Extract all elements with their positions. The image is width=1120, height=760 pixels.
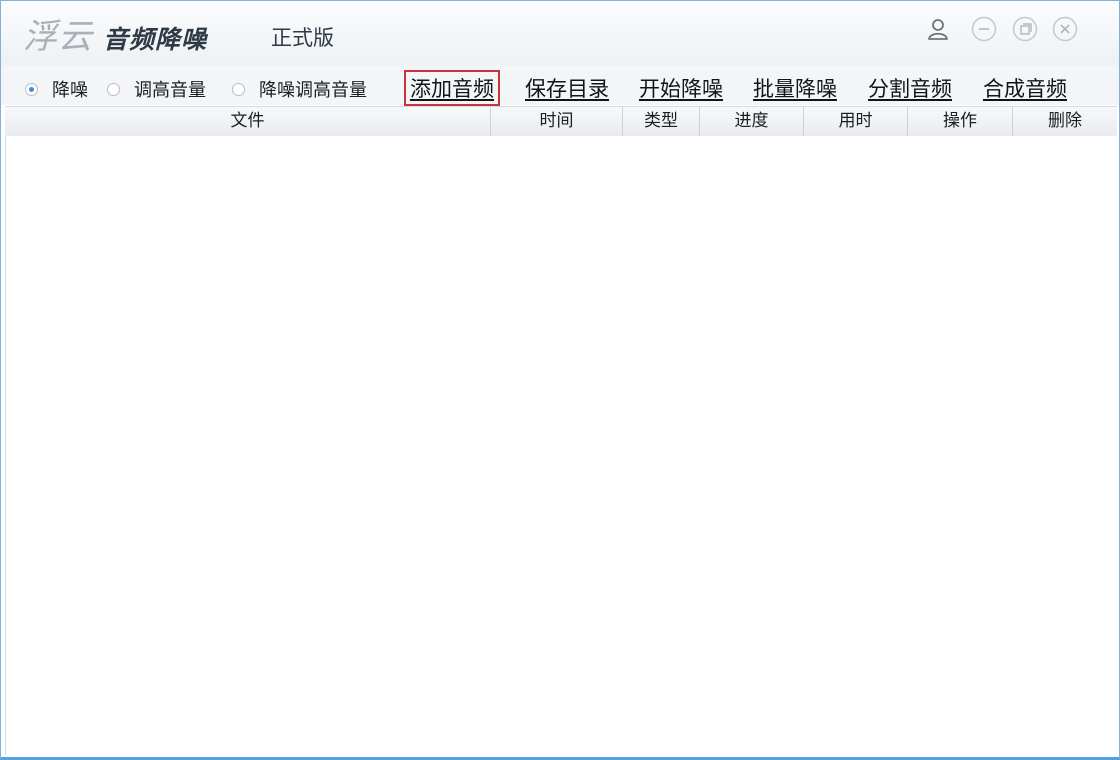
radio-button-icon[interactable] <box>232 82 245 96</box>
edition-label: 正式版 <box>271 26 334 50</box>
close-icon[interactable] <box>1052 16 1078 42</box>
merge-audio-button[interactable]: 合成音频 <box>983 73 1067 103</box>
app-window: 浮云 音频降噪 正式版 降噪 调高音量 降噪调高音量 添加音频 保存目录 开始降… <box>0 0 1120 760</box>
mode-label: 降噪调高音量 <box>259 80 367 101</box>
file-table-header: 文件 时间 类型 进度 用时 操作 删除 <box>5 106 1117 137</box>
radio-button-icon[interactable] <box>25 82 38 96</box>
radio-button-icon[interactable] <box>107 82 120 96</box>
column-header-time[interactable]: 时间 <box>491 107 623 136</box>
start-denoise-button[interactable]: 开始降噪 <box>639 73 723 103</box>
title-bar[interactable]: 浮云 音频降噪 正式版 <box>1 1 1119 65</box>
column-header-type[interactable]: 类型 <box>623 107 700 136</box>
split-audio-button[interactable]: 分割音频 <box>868 73 952 103</box>
toolbar: 降噪 调高音量 降噪调高音量 添加音频 保存目录 开始降噪 批量降噪 分割音频 … <box>1 65 1119 106</box>
user-icon[interactable] <box>925 16 951 42</box>
mode-label: 降噪 <box>52 80 88 101</box>
batch-denoise-button[interactable]: 批量降噪 <box>753 73 837 103</box>
add-audio-button[interactable]: 添加音频 <box>404 70 500 106</box>
column-header-delete[interactable]: 删除 <box>1013 107 1117 136</box>
logo-text: 浮云 <box>23 17 93 57</box>
app-name: 音频降噪 <box>103 25 208 54</box>
mode-denoise-radio[interactable]: 降噪 <box>25 76 88 102</box>
column-header-file[interactable]: 文件 <box>5 107 491 136</box>
file-list[interactable] <box>5 136 1118 755</box>
mode-denoise-volume-up-radio[interactable]: 降噪调高音量 <box>232 76 367 102</box>
mode-volume-up-radio[interactable]: 调高音量 <box>107 76 206 102</box>
minimize-icon[interactable] <box>971 16 997 42</box>
restore-icon[interactable] <box>1012 16 1038 42</box>
column-header-elapsed[interactable]: 用时 <box>804 107 908 136</box>
save-directory-button[interactable]: 保存目录 <box>525 73 609 103</box>
column-header-action[interactable]: 操作 <box>908 107 1013 136</box>
mode-label: 调高音量 <box>134 80 206 101</box>
column-header-progress[interactable]: 进度 <box>700 107 804 136</box>
app-logo: 浮云 音频降噪 <box>23 9 207 58</box>
